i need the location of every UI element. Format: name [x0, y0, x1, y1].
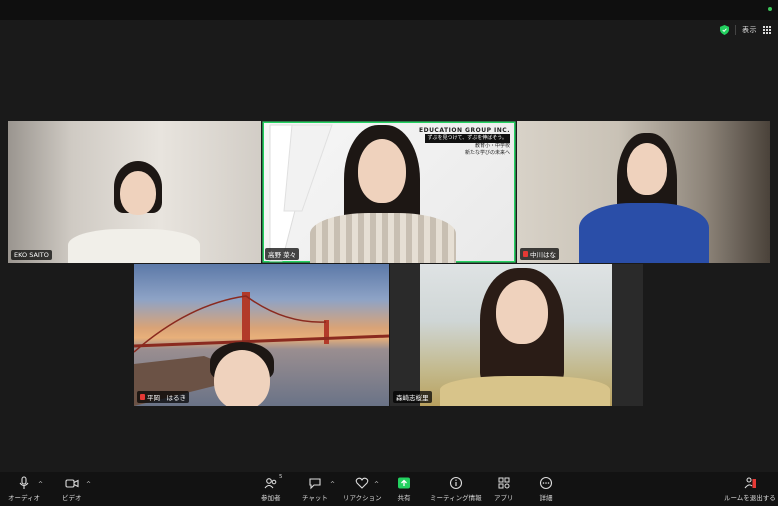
- participant-name: EKO SAITO: [14, 251, 49, 259]
- reactions-button[interactable]: リアクション: [343, 476, 382, 502]
- mic-muted-icon: [140, 394, 145, 400]
- participant-body: [579, 203, 709, 263]
- video-options-chevron-icon[interactable]: ^: [86, 481, 91, 488]
- video-tile-5[interactable]: 森崎志桜里: [390, 264, 643, 406]
- bg-text-line1: EDUCATION GROUP INC.: [418, 127, 510, 134]
- microphone-icon: [19, 476, 29, 489]
- mic-muted-icon: [523, 251, 528, 257]
- grid-view-icon[interactable]: [763, 25, 772, 35]
- participant-name-tag: 高野 菜々: [265, 248, 300, 260]
- chat-options-chevron-icon[interactable]: ^: [330, 481, 335, 488]
- participant-name-tag: 中川はな: [520, 248, 559, 260]
- participants-count: 5: [279, 474, 283, 480]
- participant-face: [120, 171, 156, 215]
- shield-icon[interactable]: [720, 25, 729, 35]
- leave-room-label: ルームを退出する: [724, 494, 776, 502]
- share-label: 共有: [397, 494, 411, 502]
- participant-name-tag: EKO SAITO: [11, 250, 52, 260]
- share-screen-icon: [398, 477, 410, 489]
- video-tile-2[interactable]: EDUCATION GROUP INC. ずぶを見つけて、ずぶを伸ばそう。 教育…: [262, 121, 516, 263]
- participant-body: [440, 376, 610, 406]
- participant-name-tag: 森崎志桜里: [393, 391, 432, 403]
- chat-label: チャット: [302, 494, 328, 502]
- camera-frame: [420, 264, 612, 406]
- chat-icon: [309, 478, 321, 490]
- apps-icon: [498, 477, 510, 489]
- audio-button[interactable]: オーディオ: [8, 476, 40, 502]
- leave-room-icon: [744, 477, 756, 489]
- video-tile-1[interactable]: EKO SAITO: [8, 121, 261, 263]
- leave-room-button[interactable]: ルームを退出する: [724, 476, 776, 502]
- participant-name: 高野 菜々: [268, 251, 297, 259]
- participant-face: [627, 143, 667, 195]
- heart-icon: [355, 477, 369, 489]
- share-button[interactable]: 共有: [397, 476, 411, 502]
- audio-options-chevron-icon[interactable]: ^: [38, 481, 43, 488]
- virtual-background-text: EDUCATION GROUP INC. ずぶを見つけて、ずぶを伸ばそう。 教育…: [419, 127, 510, 157]
- more-options-icon: [539, 476, 553, 490]
- video-button[interactable]: ビデオ: [62, 476, 82, 502]
- info-icon: [449, 476, 462, 490]
- bg-text-line4: 新たな学びの未来へ: [464, 150, 510, 156]
- participant-name: 中川はな: [530, 251, 556, 259]
- apps-label: アプリ: [494, 494, 514, 502]
- meeting-info-button[interactable]: ミーティング情報: [430, 476, 482, 502]
- participant-body: [68, 229, 200, 263]
- reactions-label: リアクション: [343, 494, 382, 502]
- video-camera-icon: [65, 479, 79, 488]
- participant-name-tag: 平岡 はるき: [137, 391, 189, 403]
- apps-button[interactable]: アプリ: [494, 476, 514, 502]
- more-label: 詳細: [539, 494, 553, 502]
- participant-face: [214, 350, 270, 406]
- video-label: ビデオ: [62, 494, 82, 502]
- video-tile-4[interactable]: 平岡 はるき: [134, 264, 389, 406]
- participant-name: 森崎志桜里: [396, 394, 429, 402]
- divider: [735, 25, 736, 35]
- reactions-options-chevron-icon[interactable]: ^: [374, 481, 379, 488]
- video-tile-3[interactable]: 中川はな: [517, 121, 770, 263]
- more-button[interactable]: 詳細: [539, 476, 553, 502]
- participant-body: [310, 213, 456, 263]
- view-button-label[interactable]: 表示: [742, 25, 757, 35]
- audio-label: オーディオ: [8, 494, 41, 502]
- status-dot: [768, 7, 772, 11]
- participants-button[interactable]: 参加者: [261, 476, 281, 502]
- participants-icon: [264, 478, 277, 489]
- meeting-info-label: ミーティング情報: [430, 494, 482, 502]
- participants-label: 参加者: [261, 494, 281, 502]
- chat-button[interactable]: チャット: [302, 476, 328, 502]
- participant-face: [496, 280, 548, 344]
- participant-name: 平岡 はるき: [147, 394, 186, 402]
- bg-text-line2: ずぶを見つけて、ずぶを伸ばそう。: [424, 134, 510, 143]
- meeting-toolbar: オーディオ ^ ビデオ ^ 参加者 5 チャット ^ リアクション ^ 共有 ミ…: [0, 472, 778, 506]
- window-titlebar: [0, 0, 778, 20]
- top-right-controls: 表示: [720, 25, 772, 35]
- bg-text-line3: 教育小・中学校: [474, 143, 510, 149]
- participant-face: [358, 139, 406, 203]
